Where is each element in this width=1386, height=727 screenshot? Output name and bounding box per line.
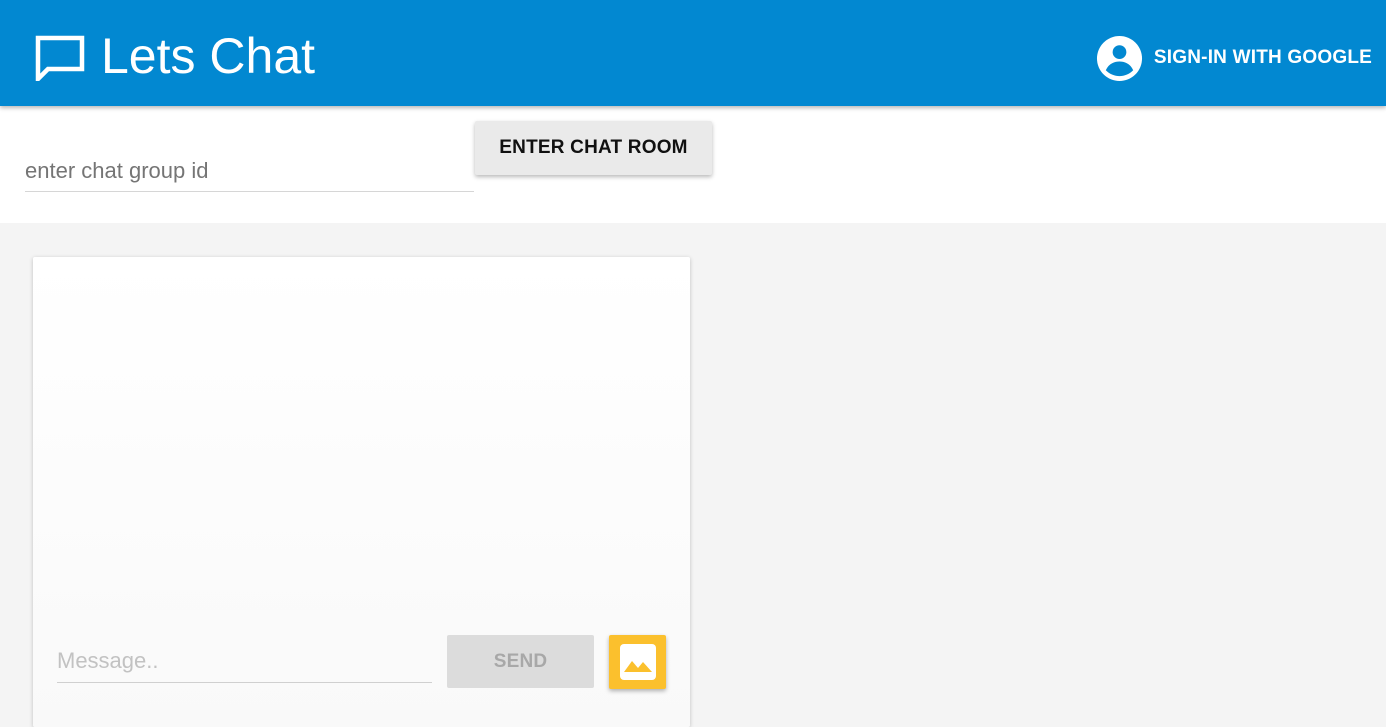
enter-chat-room-button[interactable]: ENTER CHAT ROOM: [475, 121, 712, 175]
image-icon: [619, 644, 656, 680]
chat-bubble-icon: [35, 35, 85, 81]
chat-room-entry-bar: ENTER CHAT ROOM: [0, 106, 1386, 223]
app-header: Lets Chat SIGN-IN WITH GOOGLE: [0, 0, 1386, 106]
app-title: Lets Chat: [101, 28, 316, 84]
send-button[interactable]: SEND: [447, 635, 594, 688]
account-circle-icon: [1096, 35, 1142, 81]
sign-in-with-google-button[interactable]: SIGN-IN WITH GOOGLE: [1096, 30, 1372, 86]
sign-in-label: SIGN-IN WITH GOOGLE: [1153, 47, 1372, 68]
message-input[interactable]: [57, 640, 432, 683]
image-upload-button[interactable]: [609, 635, 666, 689]
chat-group-id-input[interactable]: [25, 150, 474, 192]
chat-card: SEND: [33, 257, 690, 727]
